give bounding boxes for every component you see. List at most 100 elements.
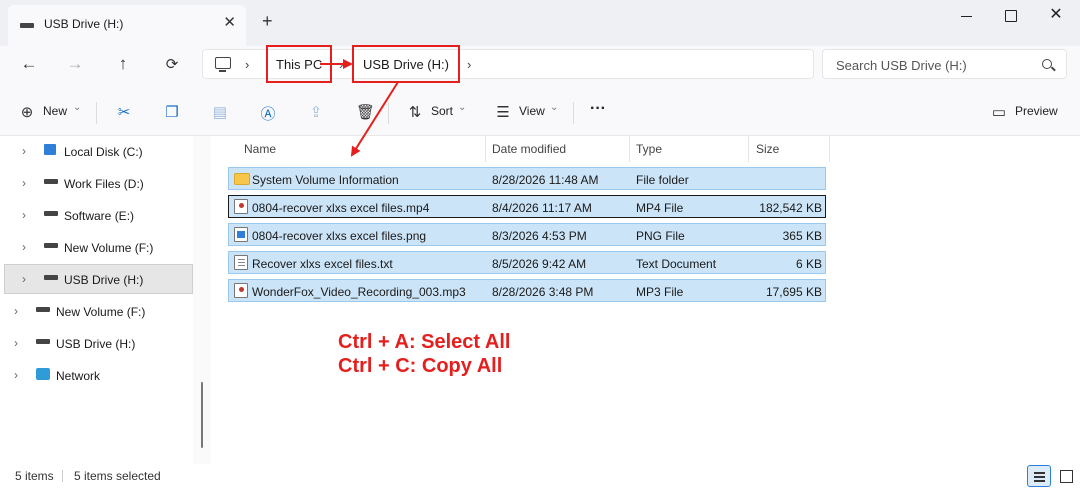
view-button[interactable]: View: [519, 104, 545, 118]
command-bar: ⊕ New ⌄ ✂ ❐ ▤ Ⓐ ⇪ 🗑 ⇅ Sort ⌄ ☰ View ⌄ ··…: [0, 90, 1080, 136]
maximize-button[interactable]: [990, 4, 1030, 28]
tiles-view-button[interactable]: [1054, 465, 1078, 487]
new-tab-button[interactable]: +: [262, 11, 273, 32]
file-row[interactable]: 0804-recover xlxs excel files.mp4 8/4/20…: [228, 195, 826, 218]
copy-icon[interactable]: ❐: [163, 103, 181, 121]
drive-icon: [44, 243, 58, 248]
new-button[interactable]: New: [43, 104, 67, 118]
status-bar: 5 items 5 items selected: [0, 464, 1080, 489]
tab-usb-drive[interactable]: USB Drive (H:) ✕: [8, 5, 246, 46]
file-date: 8/4/2026 11:17 AM: [492, 201, 592, 215]
sidebar-item-label: Local Disk (C:): [64, 145, 143, 159]
share-icon[interactable]: ⇪: [307, 103, 325, 121]
item-count: 5 items: [15, 469, 54, 483]
search-input[interactable]: Search USB Drive (H:): [836, 58, 967, 73]
drive-icon: [44, 211, 58, 216]
selected-count: 5 items selected: [74, 469, 161, 483]
sidebar-item-label: Network: [56, 369, 101, 383]
file-row[interactable]: System Volume Information 8/28/2026 11:4…: [228, 167, 826, 190]
more-options-button[interactable]: ···: [590, 100, 606, 118]
chevron-right-icon[interactable]: ›: [339, 57, 343, 72]
file-row[interactable]: Recover xlxs excel files.txt 8/5/2026 9:…: [228, 251, 826, 274]
file-name: Recover xlxs excel files.txt: [252, 257, 393, 271]
search-box[interactable]: Search USB Drive (H:): [822, 49, 1067, 79]
computer-icon: [215, 57, 231, 72]
sidebar-item-work-files-d[interactable]: › Work Files (D:): [22, 169, 192, 199]
column-header-date[interactable]: Date modified: [492, 142, 566, 156]
sidebar-item-label: USB Drive (H:): [56, 337, 136, 351]
chevron-right-icon[interactable]: ›: [14, 304, 18, 318]
file-size: 182,542 KB: [759, 201, 822, 215]
chevron-down-icon: ⌄: [458, 102, 467, 113]
file-date: 8/5/2026 9:42 AM: [492, 257, 587, 271]
sidebar-item-network[interactable]: › Network: [14, 361, 192, 391]
file-name: 0804-recover xlxs excel files.png: [252, 229, 427, 243]
video-file-icon: [234, 199, 248, 214]
sidebar-item-usb-drive-h-2[interactable]: › USB Drive (H:): [14, 329, 192, 359]
refresh-button[interactable]: ⟳: [157, 55, 187, 75]
tab-title: USB Drive (H:): [44, 17, 124, 31]
file-size: 365 KB: [782, 229, 822, 243]
column-header-size[interactable]: Size: [756, 142, 779, 156]
chevron-right-icon[interactable]: ›: [22, 272, 26, 286]
sidebar-scrollbar[interactable]: [193, 136, 211, 464]
rename-icon[interactable]: Ⓐ: [259, 103, 277, 123]
sidebar-item-new-volume-f[interactable]: › New Volume (F:): [22, 233, 192, 263]
text-file-icon: [234, 255, 248, 270]
up-button[interactable]: ↑: [108, 54, 138, 74]
paste-icon[interactable]: ▤: [211, 103, 229, 121]
close-window-button[interactable]: ✕: [1036, 4, 1076, 28]
details-view-button[interactable]: [1027, 465, 1051, 487]
breadcrumb-this-pc[interactable]: This PC: [276, 57, 322, 72]
sidebar-item-software-e[interactable]: › Software (E:): [22, 201, 192, 231]
chevron-right-icon[interactable]: ›: [22, 144, 26, 158]
new-icon: ⊕: [20, 104, 34, 121]
sidebar-item-usb-drive-h[interactable]: › USB Drive (H:): [4, 264, 193, 294]
status-divider: [62, 470, 63, 482]
forward-button[interactable]: →: [60, 54, 90, 74]
cut-icon[interactable]: ✂: [115, 103, 133, 121]
sort-button[interactable]: Sort: [431, 104, 453, 118]
chevron-right-icon[interactable]: ›: [467, 57, 471, 72]
sidebar-item-new-volume-f-2[interactable]: › New Volume (F:): [14, 297, 192, 327]
sidebar-item-label: Software (E:): [64, 209, 135, 223]
network-icon: [36, 368, 50, 380]
toolbar-divider: [96, 102, 97, 124]
chevron-right-icon[interactable]: ›: [22, 208, 26, 222]
file-row[interactable]: WonderFox_Video_Recording_003.mp3 8/28/2…: [228, 279, 826, 302]
file-date: 8/28/2026 3:48 PM: [492, 285, 594, 299]
address-bar[interactable]: › This PC › USB Drive (H:) ›: [202, 49, 814, 79]
drive-icon: [44, 275, 58, 280]
chevron-right-icon[interactable]: ›: [14, 368, 18, 382]
preview-pane-icon: ▭: [991, 104, 1007, 121]
file-name: System Volume Information: [252, 173, 399, 187]
preview-button[interactable]: Preview: [1015, 104, 1058, 118]
chevron-down-icon: ⌄: [550, 102, 559, 113]
scrollbar-thumb[interactable]: [201, 382, 203, 448]
chevron-right-icon[interactable]: ›: [245, 57, 249, 72]
sidebar-item-local-disk-c[interactable]: › Local Disk (C:): [22, 137, 192, 167]
sort-icon: ⇅: [408, 104, 422, 121]
chevron-right-icon[interactable]: ›: [22, 240, 26, 254]
file-type: Text Document: [636, 257, 717, 271]
close-tab-icon[interactable]: ✕: [223, 13, 236, 31]
toolbar-divider: [573, 102, 574, 124]
file-type: MP4 File: [636, 201, 684, 215]
column-divider[interactable]: [629, 136, 630, 162]
column-divider[interactable]: [485, 136, 486, 162]
column-header-type[interactable]: Type: [636, 142, 662, 156]
column-divider[interactable]: [829, 136, 830, 162]
back-button[interactable]: ←: [14, 54, 44, 74]
view-icon: ☰: [496, 104, 510, 121]
column-header-name[interactable]: Name: [244, 142, 276, 156]
file-date: 8/28/2026 11:48 AM: [492, 173, 599, 187]
file-type: File folder: [636, 173, 689, 187]
column-divider[interactable]: [748, 136, 749, 162]
breadcrumb-usb-drive[interactable]: USB Drive (H:): [363, 57, 449, 72]
file-row[interactable]: 0804-recover xlxs excel files.png 8/3/20…: [228, 223, 826, 246]
chevron-right-icon[interactable]: ›: [14, 336, 18, 350]
minimize-button[interactable]: [946, 4, 986, 28]
delete-icon[interactable]: 🗑: [356, 103, 375, 121]
chevron-right-icon[interactable]: ›: [22, 176, 26, 190]
folder-icon: [234, 173, 250, 185]
